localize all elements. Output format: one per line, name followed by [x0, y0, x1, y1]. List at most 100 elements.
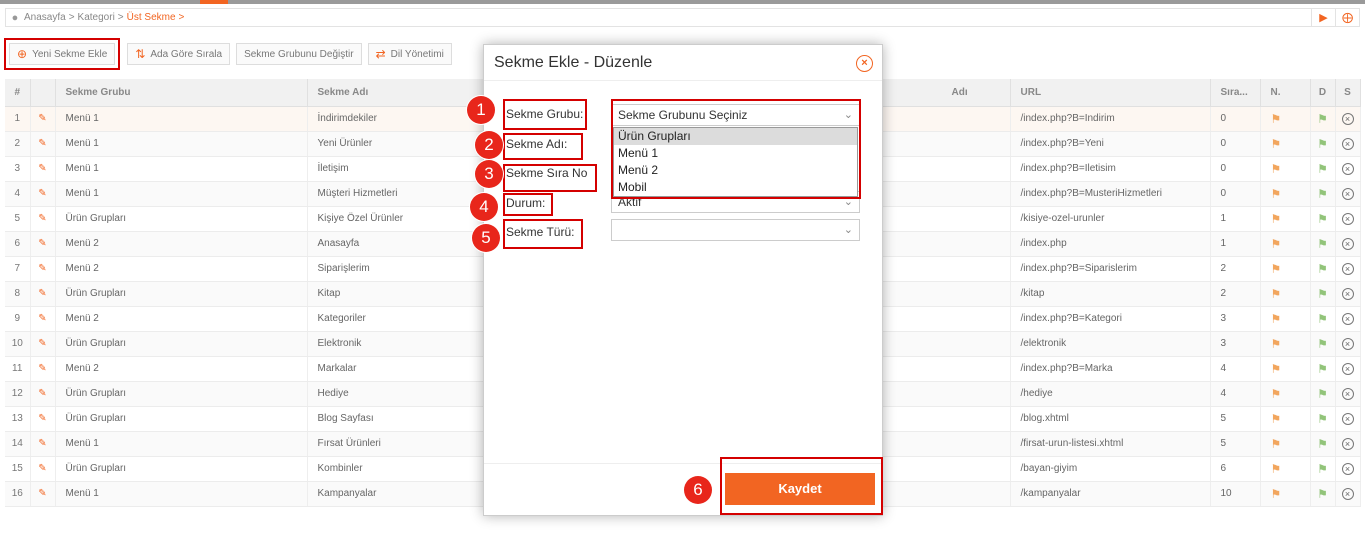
x-circle-icon[interactable]: × — [1335, 206, 1361, 232]
breadcrumb-current: Üst Sekme — [126, 12, 176, 23]
flag-icon[interactable]: ⚑ — [1310, 431, 1336, 457]
pencil-icon[interactable]: ✎ — [30, 431, 56, 457]
step-marker-5: 5 — [472, 224, 500, 252]
flag-icon[interactable]: ⚑ — [1260, 181, 1311, 207]
col-header-order[interactable]: Sıra... — [1210, 79, 1261, 107]
language-management-button[interactable]: ⇄ Dil Yönetimi — [367, 43, 452, 65]
flag-icon[interactable]: ⚑ — [1260, 431, 1311, 457]
row-number: 6 — [5, 231, 31, 257]
flag-icon[interactable]: ⚑ — [1310, 456, 1336, 482]
pencil-icon[interactable]: ✎ — [30, 481, 56, 507]
pencil-icon[interactable]: ✎ — [30, 181, 56, 207]
plus-circle-icon: ⊕ — [17, 47, 28, 61]
flag-icon[interactable]: ⚑ — [1310, 181, 1336, 207]
flag-icon[interactable]: ⚑ — [1260, 206, 1311, 232]
pencil-icon[interactable]: ✎ — [30, 456, 56, 482]
flag-icon[interactable]: ⚑ — [1260, 456, 1311, 482]
col-header-url[interactable]: URL — [1010, 79, 1211, 107]
flag-icon[interactable]: ⚑ — [1260, 481, 1311, 507]
close-icon[interactable]: × — [856, 55, 873, 72]
pencil-icon[interactable]: ✎ — [30, 106, 56, 132]
annotation-box-2 — [503, 133, 583, 160]
x-circle-icon[interactable]: × — [1335, 231, 1361, 257]
x-circle-icon[interactable]: × — [1335, 331, 1361, 357]
flag-icon[interactable]: ⚑ — [1260, 231, 1311, 257]
row-order: 2 — [1210, 256, 1261, 282]
flag-icon[interactable]: ⚑ — [1310, 356, 1336, 382]
flag-icon[interactable]: ⚑ — [1310, 256, 1336, 282]
flag-icon[interactable]: ⚑ — [1260, 381, 1311, 407]
row-number: 10 — [5, 331, 31, 357]
row-number: 1 — [5, 106, 31, 132]
add-tab-button[interactable]: ⊕ Yeni Sekme Ekle — [3, 38, 121, 70]
row-order: 3 — [1210, 306, 1261, 332]
flag-icon[interactable]: ⚑ — [1310, 156, 1336, 182]
col-header-number[interactable]: # — [5, 79, 31, 107]
x-circle-icon[interactable]: × — [1335, 431, 1361, 457]
flag-icon[interactable]: ⚑ — [1260, 281, 1311, 307]
row-group: Menü 1 — [55, 181, 308, 207]
col-header-d[interactable]: D — [1310, 79, 1336, 107]
pencil-icon[interactable]: ✎ — [30, 281, 56, 307]
breadcrumb-home[interactable]: Anasayfa — [24, 12, 66, 23]
add-tab-icon[interactable]: ⨁ — [1335, 9, 1359, 26]
flag-icon[interactable]: ⚑ — [1260, 406, 1311, 432]
x-circle-icon[interactable]: × — [1335, 406, 1361, 432]
row-url: /kitap — [1010, 281, 1211, 307]
x-circle-icon[interactable]: × — [1335, 356, 1361, 382]
row-number: 7 — [5, 256, 31, 282]
flag-icon[interactable]: ⚑ — [1260, 131, 1311, 157]
flag-icon[interactable]: ⚑ — [1260, 256, 1311, 282]
sort-by-name-button[interactable]: ⇅ Ada Göre Sırala — [127, 43, 231, 65]
row-order: 2 — [1210, 281, 1261, 307]
pencil-icon[interactable]: ✎ — [30, 356, 56, 382]
pencil-icon[interactable]: ✎ — [30, 206, 56, 232]
x-circle-icon[interactable]: × — [1335, 181, 1361, 207]
x-circle-icon[interactable]: × — [1335, 131, 1361, 157]
x-circle-icon[interactable]: × — [1335, 106, 1361, 132]
flag-icon[interactable]: ⚑ — [1260, 356, 1311, 382]
x-circle-icon[interactable]: × — [1335, 456, 1361, 482]
flag-icon[interactable]: ⚑ — [1310, 231, 1336, 257]
tab-type-select[interactable]: ⌄ — [611, 219, 860, 241]
x-circle-icon[interactable]: × — [1335, 256, 1361, 282]
row-url: /hediye — [1010, 381, 1211, 407]
flag-icon[interactable]: ⚑ — [1260, 106, 1311, 132]
row-url: /kampanyalar — [1010, 481, 1211, 507]
pencil-icon[interactable]: ✎ — [30, 231, 56, 257]
pencil-icon[interactable]: ✎ — [30, 381, 56, 407]
flag-icon[interactable]: ⚑ — [1310, 281, 1336, 307]
flag-icon[interactable]: ⚑ — [1260, 331, 1311, 357]
x-circle-icon[interactable]: × — [1335, 381, 1361, 407]
flag-icon[interactable]: ⚑ — [1310, 381, 1336, 407]
flag-icon[interactable]: ⚑ — [1310, 406, 1336, 432]
row-number: 16 — [5, 481, 31, 507]
col-header-n[interactable]: N. — [1260, 79, 1311, 107]
flag-icon[interactable]: ⚑ — [1310, 331, 1336, 357]
pencil-icon[interactable]: ✎ — [30, 331, 56, 357]
x-circle-icon[interactable]: × — [1335, 481, 1361, 507]
x-circle-icon[interactable]: × — [1335, 281, 1361, 307]
col-header-s[interactable]: S — [1335, 79, 1361, 107]
change-group-button[interactable]: Sekme Grubunu Değiştir — [236, 43, 362, 65]
pencil-icon[interactable]: ✎ — [30, 156, 56, 182]
flag-icon[interactable]: ⚑ — [1310, 106, 1336, 132]
breadcrumb-category[interactable]: Kategori — [78, 12, 115, 23]
row-number: 8 — [5, 281, 31, 307]
flag-icon[interactable]: ⚑ — [1310, 481, 1336, 507]
x-circle-icon[interactable]: × — [1335, 306, 1361, 332]
pencil-icon[interactable]: ✎ — [30, 131, 56, 157]
flag-icon[interactable]: ⚑ — [1310, 131, 1336, 157]
pencil-icon[interactable]: ✎ — [30, 406, 56, 432]
row-group: Menü 2 — [55, 306, 308, 332]
flag-icon[interactable]: ⚑ — [1310, 306, 1336, 332]
x-circle-icon[interactable]: × — [1335, 156, 1361, 182]
row-url: /index.php?B=Kategori — [1010, 306, 1211, 332]
play-icon[interactable]: ▶ — [1311, 9, 1335, 26]
flag-icon[interactable]: ⚑ — [1260, 306, 1311, 332]
pencil-icon[interactable]: ✎ — [30, 306, 56, 332]
flag-icon[interactable]: ⚑ — [1260, 156, 1311, 182]
flag-icon[interactable]: ⚑ — [1310, 206, 1336, 232]
pencil-icon[interactable]: ✎ — [30, 256, 56, 282]
col-header-group[interactable]: Sekme Grubu — [55, 79, 308, 107]
